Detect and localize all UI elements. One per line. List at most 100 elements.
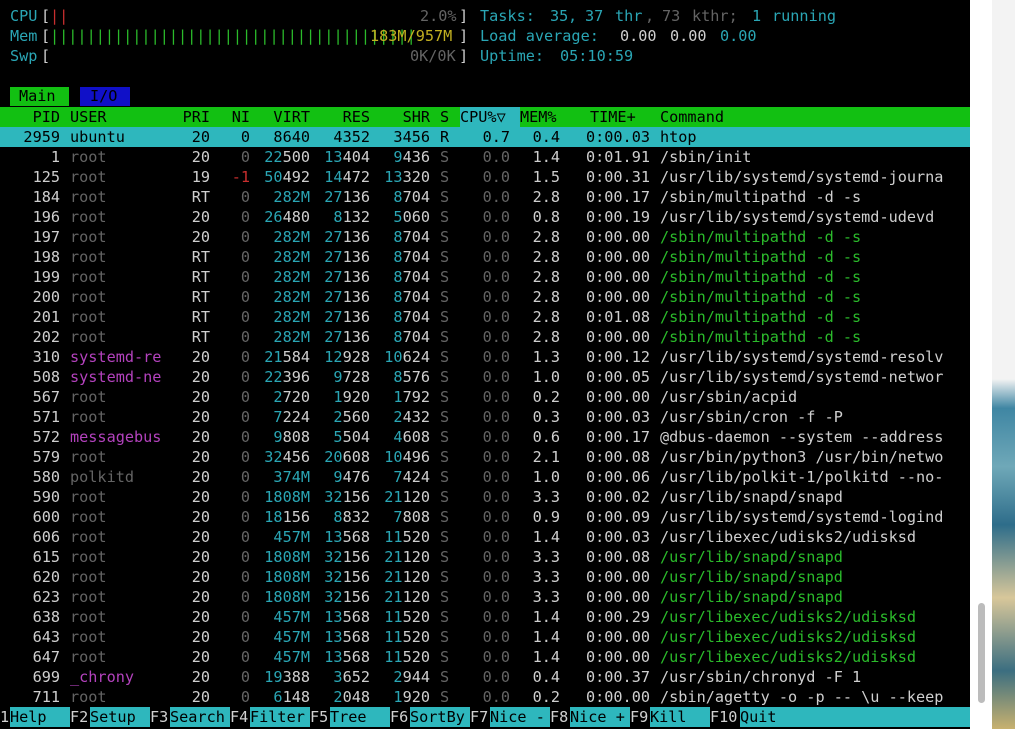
process-row[interactable]: 647 root 20 0 457M 13568 11520 S 0.0 1.4 0:00.00/u…: [0, 647, 970, 667]
cell-pri: 20: [191, 568, 210, 586]
cell-mem: 0.9: [532, 508, 560, 526]
process-row[interactable]: 600 root 20 0 18156 8832 7808 S 0.0 0.9 0:00.09/us…: [0, 507, 970, 527]
process-row[interactable]: 198 root RT 0 282M 27136 8704 S 0.0 2.8 0:00.00/sb…: [0, 247, 970, 267]
col-shr[interactable]: SHR: [380, 107, 430, 127]
tasks-count: 35: [550, 7, 569, 25]
fkey-sortby-button[interactable]: SortBy: [410, 707, 470, 727]
cell-time: 0:00.06: [585, 468, 650, 486]
process-row[interactable]: 199 root RT 0 282M 27136 8704 S 0.0 2.8 0:00.00/sb…: [0, 267, 970, 287]
col-ni[interactable]: NI: [220, 107, 250, 127]
process-row[interactable]: 699 _chrony 20 0 19388 3652 2944 S 0.0 0.4 0:00.37…: [0, 667, 970, 687]
tab-main[interactable]: Main: [10, 87, 69, 106]
fkey-nice-key[interactable]: F7: [470, 707, 490, 727]
process-row[interactable]: 508 systemd-ne 20 0 22396 9728 8576 S 0.0 1.0 0:00…: [0, 367, 970, 387]
process-row[interactable]: 184 root RT 0 282M 27136 8704 S 0.0 2.8 0:00.17/sb…: [0, 187, 970, 207]
process-row[interactable]: 196 root 20 0 26480 8132 5060 S 0.0 0.8 0:00.19/us…: [0, 207, 970, 227]
process-row[interactable]: 200 root RT 0 282M 27136 8704 S 0.0 2.8 0:00.00/sb…: [0, 287, 970, 307]
cell-cmd: /usr/lib/systemd/systemd-udevd: [660, 208, 935, 226]
process-row[interactable]: 623 root 20 0 1808M 32156 21120 S 0.0 3.3 0:00.00 /…: [0, 587, 970, 607]
cell-cmd: /usr/lib/systemd/systemd-journa: [660, 168, 944, 186]
tab-io[interactable]: I/O: [80, 87, 130, 106]
cell-virt: 6148: [273, 688, 310, 706]
fkey-search-key[interactable]: F3: [150, 707, 170, 727]
cell-user: messagebus: [70, 428, 162, 446]
cell-shr: 21120: [384, 488, 430, 506]
fkey-setup-key[interactable]: F2: [70, 707, 90, 727]
col-time[interactable]: TIME+: [590, 107, 636, 127]
cell-ni: 0: [240, 308, 250, 326]
fkey-nice-button[interactable]: Nice -: [490, 707, 550, 727]
fkey-kill-button[interactable]: Kill: [650, 707, 710, 727]
fkey-filter-button[interactable]: Filter: [250, 707, 310, 727]
fkey-quit-key[interactable]: F10: [710, 707, 740, 727]
col-res[interactable]: RES: [320, 107, 370, 127]
cell-user: ubuntu: [70, 128, 125, 146]
fkey-tree-key[interactable]: F5: [310, 707, 330, 727]
cell-pid: 196: [32, 208, 60, 226]
cell-s: S: [440, 508, 450, 526]
cell-pri: 20: [191, 428, 210, 446]
cell-virt: 1808M: [264, 588, 310, 606]
process-row[interactable]: 1 root 20 0 22500 13404 9436 S 0.0 1.4 0:01.91/sbi…: [0, 147, 970, 167]
cell-res: 8132: [333, 208, 370, 226]
process-row[interactable]: 197 root 20 0 282M 27136 8704 S 0.0 2.8 0:00.00/sb…: [0, 227, 970, 247]
fkey-search-button[interactable]: Search: [170, 707, 230, 727]
col-cpu-sorted[interactable]: CPU%▽: [460, 107, 520, 127]
cell-cmd: /usr/sbin/cron -f -P: [660, 408, 843, 426]
htop-terminal[interactable]: CPU [ || 2.0% ] Mem [ ||||||||||||||||||…: [0, 0, 970, 729]
fkey-kill-key[interactable]: F9: [630, 707, 650, 727]
process-row[interactable]: 615 root 20 0 1808M 32156 21120 S 0.0 3.3 0:00.08 /…: [0, 547, 970, 567]
process-row[interactable]: 711 root 20 0 6148 2048 1920 S 0.0 0.2 0:00.00/sbi…: [0, 687, 970, 707]
col-pri[interactable]: PRI: [180, 107, 210, 127]
cell-s: S: [440, 208, 450, 226]
cell-cmd: /sbin/multipathd -d -s: [660, 268, 862, 286]
cell-shr: 8704: [393, 228, 430, 246]
fkey-tree-button[interactable]: Tree: [330, 707, 390, 727]
process-row[interactable]: 201 root RT 0 282M 27136 8704 S 0.0 2.8 0:01.08/sb…: [0, 307, 970, 327]
cell-cmd: /sbin/multipathd -d -s: [660, 228, 862, 246]
cell-user: root: [70, 188, 107, 206]
fkey-setup-button[interactable]: Setup: [90, 707, 150, 727]
cell-cmd: /sbin/multipathd -d -s: [660, 308, 862, 326]
fkey-nice-key[interactable]: F8: [550, 707, 570, 727]
cell-pri: RT: [191, 328, 210, 346]
cell-pri: 20: [191, 128, 210, 146]
cell-mem: 1.4: [532, 608, 560, 626]
process-row[interactable]: 590 root 20 0 1808M 32156 21120 S 0.0 3.3 0:00.02 /…: [0, 487, 970, 507]
scrollbar-thumb[interactable]: [978, 603, 985, 703]
process-row[interactable]: 572 messagebus 20 0 9808 5504 4608 S 0.0 0.6 0:00.…: [0, 427, 970, 447]
fkey-help-key[interactable]: 1: [0, 707, 10, 727]
col-virt[interactable]: VIRT: [260, 107, 310, 127]
cell-time: 0:01.91: [585, 148, 650, 166]
cell-user: root: [70, 608, 107, 626]
col-pid[interactable]: PID: [10, 107, 60, 127]
process-row[interactable]: 567 root 20 0 2720 1920 1792 S 0.0 0.2 0:00.00/usr…: [0, 387, 970, 407]
process-row[interactable]: 125 root 19 -1 50492 14472 13320 S 0.0 1.5 0:00.31…: [0, 167, 970, 187]
cell-shr: 11520: [384, 628, 430, 646]
process-row[interactable]: 580 polkitd 20 0 374M 9476 7424 S 0.0 1.0 0:00.06 /…: [0, 467, 970, 487]
fkey-help-button[interactable]: Help: [10, 707, 70, 727]
col-command[interactable]: Command: [660, 107, 724, 127]
process-row-selected[interactable]: 2959 ubuntu 20 0 8640 4352 3456 R 0.7 0.4 0:00.03 h…: [0, 127, 970, 147]
cell-cmd: /usr/libexec/udisks2/udisksd: [660, 608, 917, 626]
col-user[interactable]: USER: [70, 107, 107, 127]
fkey-sortby-key[interactable]: F6: [390, 707, 410, 727]
process-row[interactable]: 643 root 20 0 457M 13568 11520 S 0.0 1.4 0:00.00/u…: [0, 627, 970, 647]
fkey-nice-button[interactable]: Nice +: [570, 707, 630, 727]
cell-res: 1920: [333, 388, 370, 406]
cell-s: S: [440, 388, 450, 406]
cell-ni: 0: [240, 548, 250, 566]
fkey-quit-button[interactable]: Quit: [740, 707, 970, 727]
cell-user: root: [70, 268, 107, 286]
process-row[interactable]: 638 root 20 0 457M 13568 11520 S 0.0 1.4 0:00.29/u…: [0, 607, 970, 627]
process-row[interactable]: 606 root 20 0 457M 13568 11520 S 0.0 1.4 0:00.03/u…: [0, 527, 970, 547]
process-row[interactable]: 620 root 20 0 1808M 32156 21120 S 0.0 3.3 0:00.00 /…: [0, 567, 970, 587]
col-state[interactable]: S: [440, 107, 449, 127]
process-row[interactable]: 571 root 20 0 7224 2560 2432 S 0.0 0.3 0:00.03/usr…: [0, 407, 970, 427]
process-row[interactable]: 310 systemd-re 20 0 21584 12928 10624 S 0.0 1.3 0:…: [0, 347, 970, 367]
process-row[interactable]: 202 root RT 0 282M 27136 8704 S 0.0 2.8 0:00.00/sb…: [0, 327, 970, 347]
fkey-filter-key[interactable]: F4: [230, 707, 250, 727]
swap-meter-value: 0K/0K: [410, 47, 456, 65]
col-mem[interactable]: MEM%: [520, 107, 557, 127]
process-row[interactable]: 579 root 20 0 32456 20608 10496 S 0.0 2.1 0:00.08 /…: [0, 447, 970, 467]
